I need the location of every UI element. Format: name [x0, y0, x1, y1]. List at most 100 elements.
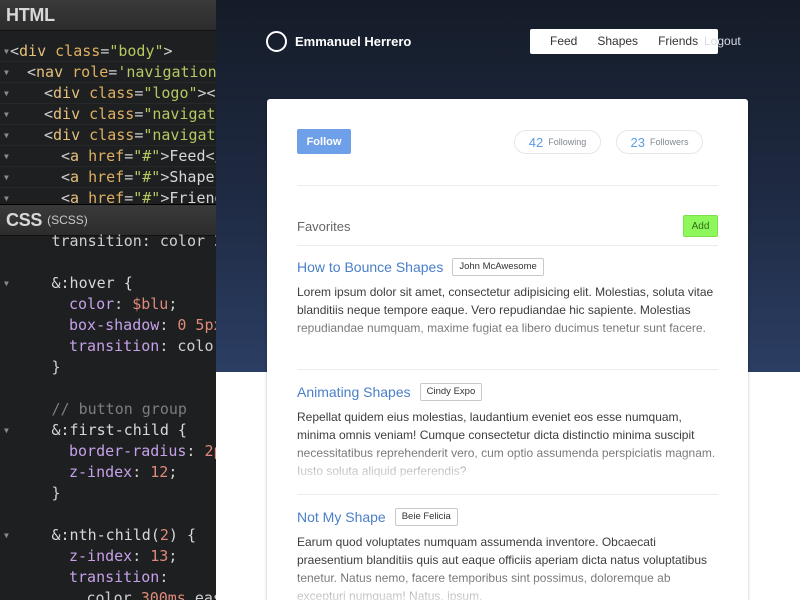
code-token: ) { — [168, 526, 196, 544]
code-token: = — [108, 63, 118, 81]
code-token: class — [89, 126, 135, 144]
code-line[interactable] — [0, 378, 216, 399]
code-line[interactable]: transition: color 3c — [0, 231, 217, 252]
html-panel-header[interactable]: HTML — [0, 0, 216, 31]
code-line[interactable] — [0, 252, 216, 273]
code-token: = — [124, 189, 134, 204]
followers-stat[interactable]: 23 Followers — [616, 130, 703, 154]
code-token: "#" — [133, 168, 161, 186]
author-tag[interactable]: Cindy Expo — [419, 382, 483, 401]
code-token: href — [88, 189, 125, 204]
code-line[interactable]: z-index: 12; — [0, 462, 216, 483]
code-token: z-index — [69, 463, 133, 481]
code-token: 2px — [204, 442, 216, 460]
code-line[interactable]: box-shadow: 0 5px — [0, 315, 216, 336]
fold-arrow-icon[interactable]: ▼ — [4, 188, 9, 204]
code-line[interactable]: ▼ <div class="navigatio — [0, 104, 216, 125]
brand[interactable]: Emmanuel Herrero — [266, 31, 411, 52]
fold-arrow-icon[interactable]: ▼ — [4, 62, 9, 82]
code-token: : — [132, 463, 151, 481]
code-line[interactable]: color 300ms ease — [0, 588, 217, 600]
code-token: ; — [168, 547, 178, 565]
fold-arrow-icon[interactable]: ▼ — [4, 83, 9, 103]
code-token: div — [53, 126, 81, 144]
favorite-item-body: Lorem ipsum dolor sit amet, consectetur … — [297, 285, 714, 335]
code-token: : — [132, 547, 151, 565]
code-token: = — [134, 84, 144, 102]
fold-arrow-icon[interactable]: ▼ — [4, 125, 9, 145]
fold-arrow-icon[interactable]: ▼ — [4, 525, 9, 546]
nav-link-feed[interactable]: Feed — [540, 29, 587, 54]
code-token: div — [19, 42, 47, 60]
code-token: "body" — [109, 42, 164, 60]
fold-arrow-icon[interactable]: ▼ — [4, 273, 9, 294]
code-line[interactable]: ▼ &:hover { — [0, 273, 216, 294]
code-token: 13 — [150, 547, 169, 565]
favorite-item-title[interactable]: Not My Shape — [297, 509, 386, 525]
favorite-item-body: Earum quod voluptates numquam assumenda … — [297, 535, 708, 600]
code-token: box-shadow — [69, 316, 160, 334]
code-line[interactable]: ▼<a href="#">Friends — [0, 188, 216, 204]
code-token: : — [159, 568, 169, 586]
favorite-item-body: Repellat quidem eius molestias, laudanti… — [297, 410, 716, 478]
code-line[interactable]: color: $blu; — [0, 294, 216, 315]
fold-arrow-icon[interactable]: ▼ — [4, 167, 9, 187]
code-line[interactable]: ▼ &:nth-child(2) { — [0, 525, 216, 546]
divider — [297, 494, 718, 495]
code-token: color — [69, 295, 115, 313]
code-editor: HTML ▼ <div class="body"> ▼ <nav role='navi… — [0, 0, 216, 600]
code-token: : — [159, 316, 178, 334]
code-token: = — [134, 126, 144, 144]
code-line[interactable]: border-radius: 2px — [0, 441, 216, 462]
code-line[interactable]: ▼ <div class="body"> — [0, 41, 216, 62]
code-token: = — [134, 105, 144, 123]
code-line[interactable]: ▼ <div class="navigatio — [0, 125, 216, 146]
nav-link-friends[interactable]: Friends — [648, 29, 708, 54]
code-line[interactable]: } — [0, 357, 216, 378]
code-line[interactable] — [0, 504, 216, 525]
code-line[interactable]: ▼<nav role='navigation'> — [0, 62, 216, 83]
follow-button[interactable]: Follow — [297, 129, 351, 154]
code-token: Feed — [169, 147, 206, 165]
code-line[interactable]: ▼<a href="#">Shapes< — [0, 167, 216, 188]
code-token: "logo" — [143, 84, 198, 102]
code-line[interactable]: transition: — [0, 567, 216, 588]
fold-arrow-icon[interactable]: ▼ — [4, 420, 9, 441]
code-line[interactable]: z-index: 13; — [0, 546, 216, 567]
add-button[interactable]: Add — [683, 215, 718, 237]
favorite-item-title[interactable]: How to Bounce Shapes — [297, 259, 443, 275]
code-token: color — [86, 589, 141, 600]
code-line[interactable]: } — [0, 483, 216, 504]
favorite-item-title[interactable]: Animating Shapes — [297, 384, 411, 400]
author-tag[interactable]: Beie Felicia — [394, 507, 458, 526]
code-token: href — [88, 168, 125, 186]
code-line[interactable]: ▼ &:first-child { — [0, 420, 216, 441]
divider — [297, 369, 718, 370]
fold-arrow-icon[interactable]: ▼ — [4, 104, 9, 124]
nav-link-shapes[interactable]: Shapes — [587, 29, 648, 54]
author-tag[interactable]: John McAwesome — [452, 257, 544, 276]
code-token: "navigatio — [143, 126, 216, 144]
code-token: "navigatio — [143, 105, 216, 123]
code-line[interactable]: ▼ <div class="logo"></ — [0, 83, 216, 104]
code-line[interactable]: // button group — [0, 399, 216, 420]
code-line[interactable]: ▼<a href="#">Feed</ — [0, 146, 216, 167]
code-token: a — [70, 189, 80, 204]
code-line[interactable]: transition: color — [0, 336, 216, 357]
css-code[interactable]: transition: color 3c ▼ &:hover {color: $bl… — [0, 231, 216, 600]
fold-arrow-icon[interactable]: ▼ — [4, 146, 9, 166]
code-token: border-radius — [69, 442, 187, 460]
fold-arrow-icon[interactable]: ▼ — [4, 41, 9, 61]
code-token: transition: color 3c — [51, 232, 217, 250]
divider — [297, 185, 718, 186]
html-code[interactable]: ▼ <div class="body"> ▼ <nav role='navigatio… — [0, 41, 216, 204]
code-token: } — [51, 484, 61, 502]
code-token: div — [53, 84, 81, 102]
nav-button-group: Feed Shapes Friends — [530, 29, 719, 54]
app-preview: Emmanuel Herrero Feed Shapes Friends Log… — [216, 0, 800, 600]
code-token: // button group — [51, 400, 187, 418]
logout-link[interactable]: Logout — [704, 29, 741, 54]
following-stat[interactable]: 42 Following — [514, 130, 601, 154]
